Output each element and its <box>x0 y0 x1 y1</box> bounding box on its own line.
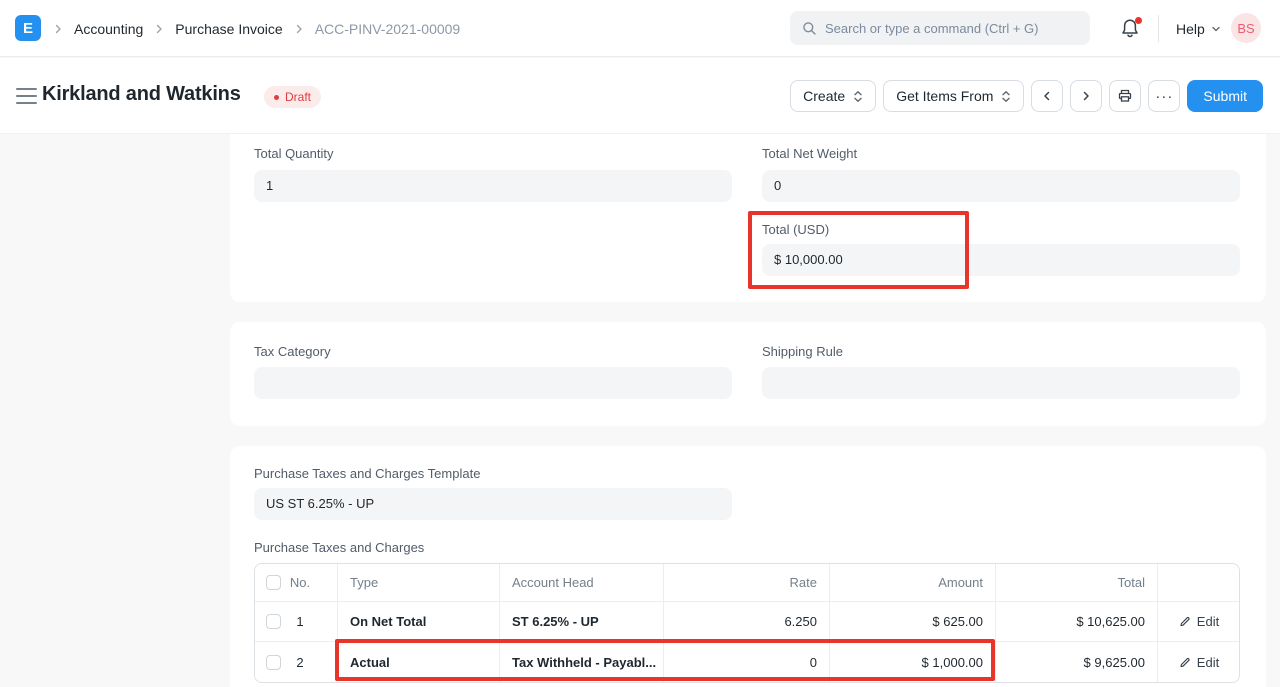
total-usd-label: Total (USD) <box>762 222 829 237</box>
get-items-from-button[interactable]: Get Items From <box>883 80 1024 112</box>
status-label: Draft <box>285 90 311 104</box>
row-index: 1 <box>287 614 313 629</box>
total-net-weight-field[interactable]: 0 <box>762 170 1240 202</box>
next-document-button[interactable] <box>1070 80 1102 112</box>
row-amount-cell[interactable]: $ 625.00 <box>830 602 996 642</box>
pencil-icon <box>1178 656 1191 669</box>
row-edit-button[interactable]: Edit <box>1158 642 1239 682</box>
select-arrows-icon <box>1001 90 1011 103</box>
page-title: Kirkland and Watkins <box>42 83 241 106</box>
pencil-icon <box>1178 615 1191 628</box>
breadcrumb-document-id: ACC-PINV-2021-00009 <box>315 21 461 37</box>
app-logo-letter: E <box>23 20 33 37</box>
ellipsis-icon: ··· <box>1155 88 1173 105</box>
create-button-label: Create <box>803 88 845 104</box>
breadcrumb-accounting[interactable]: Accounting <box>74 21 143 37</box>
header-account-head: Account Head <box>500 564 664 602</box>
total-usd-field[interactable]: $ 10,000.00 <box>762 244 1240 276</box>
chevron-right-icon <box>1080 90 1092 102</box>
purchase-taxes-section: Purchase Taxes and Charges Template US S… <box>230 446 1266 687</box>
shipping-rule-field[interactable] <box>762 367 1240 399</box>
total-quantity-field[interactable]: 1 <box>254 170 732 202</box>
get-items-from-label: Get Items From <box>896 88 993 104</box>
header-rate: Rate <box>664 564 830 602</box>
breadcrumb: Accounting Purchase Invoice ACC-PINV-202… <box>52 0 460 57</box>
app-logo[interactable]: E <box>15 15 41 41</box>
print-button[interactable] <box>1109 80 1141 112</box>
row-type-cell[interactable]: Actual <box>338 642 500 682</box>
row-edit-label: Edit <box>1197 614 1219 629</box>
shipping-rule-label: Shipping Rule <box>762 344 843 359</box>
row-rate-cell[interactable]: 0 <box>664 642 830 682</box>
navbar-divider <box>1158 15 1159 42</box>
chevron-right-icon <box>52 23 64 35</box>
row-index: 2 <box>287 655 313 670</box>
search-placeholder: Search or type a command (Ctrl + G) <box>825 21 1039 36</box>
row-account-head-cell[interactable]: Tax Withheld - Payabl... <box>500 642 664 682</box>
row-type-cell[interactable]: On Net Total <box>338 602 500 642</box>
chevron-down-icon <box>1211 24 1221 34</box>
notifications-bell-icon[interactable] <box>1119 17 1143 41</box>
header-no-label: No. <box>287 575 313 590</box>
tax-category-label: Tax Category <box>254 344 331 359</box>
total-quantity-label: Total Quantity <box>254 146 334 161</box>
tax-category-field[interactable] <box>254 367 732 399</box>
avatar[interactable]: BS <box>1231 13 1261 43</box>
page-actions: Create Get Items From · <box>790 80 1263 112</box>
search-icon <box>802 21 817 36</box>
breadcrumb-purchase-invoice[interactable]: Purchase Invoice <box>175 21 282 37</box>
row-rate-cell[interactable]: 6.250 <box>664 602 830 642</box>
chevron-left-icon <box>1041 90 1053 102</box>
status-badge: Draft <box>264 86 321 108</box>
totals-section: Total Quantity 1 Total Net Weight 0 Tota… <box>230 134 1266 302</box>
global-search-input[interactable]: Search or type a command (Ctrl + G) <box>790 11 1090 45</box>
charges-table-label: Purchase Taxes and Charges <box>254 540 424 555</box>
top-navbar: E Accounting Purchase Invoice ACC-PINV-2… <box>0 0 1280 57</box>
avatar-initials: BS <box>1237 21 1254 36</box>
submit-button[interactable]: Submit <box>1187 80 1263 112</box>
menu-ellipsis-button[interactable]: ··· <box>1148 80 1180 112</box>
row-edit-button[interactable]: Edit <box>1158 602 1239 642</box>
printer-icon <box>1117 88 1133 104</box>
chevron-right-icon <box>293 23 305 35</box>
taxes-template-label: Purchase Taxes and Charges Template <box>254 466 480 481</box>
charges-table: No. Type Account Head Rate Amount Total … <box>254 563 1240 683</box>
tax-shipping-section: Tax Category Shipping Rule <box>230 322 1266 426</box>
header-total: Total <box>996 564 1158 602</box>
help-menu[interactable]: Help <box>1176 17 1221 41</box>
header-no-cell: No. <box>255 564 338 602</box>
row-amount-cell[interactable]: $ 1,000.00 <box>830 642 996 682</box>
row-total-cell[interactable]: $ 9,625.00 <box>996 642 1158 682</box>
row-edit-label: Edit <box>1197 655 1219 670</box>
row-checkbox[interactable] <box>266 655 281 670</box>
taxes-template-field[interactable]: US ST 6.25% - UP <box>254 488 732 520</box>
row-checkbox[interactable] <box>266 614 281 629</box>
chevron-right-icon <box>153 23 165 35</box>
status-dot-icon <box>274 95 279 100</box>
sidebar-toggle-icon[interactable] <box>16 88 37 104</box>
select-all-checkbox[interactable] <box>266 575 281 590</box>
header-type: Type <box>338 564 500 602</box>
row-no-cell: 1 <box>255 602 338 642</box>
row-total-cell[interactable]: $ 10,625.00 <box>996 602 1158 642</box>
row-account-head-cell[interactable]: ST 6.25% - UP <box>500 602 664 642</box>
header-amount: Amount <box>830 564 996 602</box>
submit-button-label: Submit <box>1203 88 1247 104</box>
page-head: Kirkland and Watkins Draft Create Get It… <box>0 58 1280 134</box>
select-arrows-icon <box>853 90 863 103</box>
help-label: Help <box>1176 21 1205 37</box>
row-no-cell: 2 <box>255 642 338 682</box>
header-edit-spacer <box>1158 564 1239 602</box>
create-button[interactable]: Create <box>790 80 876 112</box>
notification-dot <box>1135 17 1142 24</box>
previous-document-button[interactable] <box>1031 80 1063 112</box>
total-net-weight-label: Total Net Weight <box>762 146 857 161</box>
